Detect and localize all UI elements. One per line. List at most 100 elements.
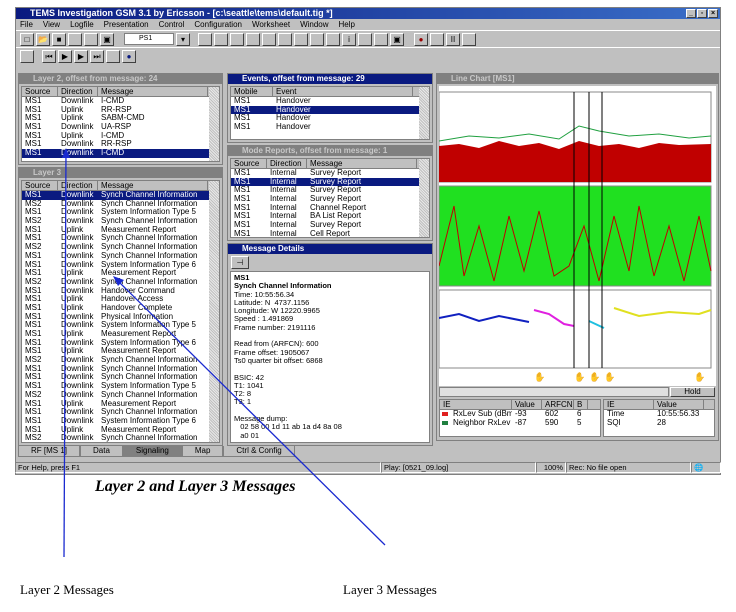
table-row[interactable]: MS1 Downlink System Information Type 5 xyxy=(22,382,219,391)
table-row[interactable]: MS1 Uplink Measurement Report xyxy=(22,330,219,339)
table-row[interactable]: MS1 Uplink Measurement Report xyxy=(22,226,219,235)
hold-button[interactable]: Hold xyxy=(670,387,715,397)
scan-icon[interactable] xyxy=(430,33,444,46)
ie-table-1[interactable]: IE Value ARFCN B RxLev Sub (dBm) -93 602 6 Neigh… xyxy=(439,399,601,437)
table-row[interactable]: MS1 Handover xyxy=(231,123,429,132)
dial-icon[interactable] xyxy=(246,33,260,46)
column-header[interactable]: B xyxy=(574,400,588,409)
table-row[interactable]: MS1 Downlink System Information Type 6 xyxy=(22,339,219,348)
menu-configuration[interactable]: Configuration xyxy=(194,19,242,30)
table-row[interactable]: MS1 Handover xyxy=(231,105,429,115)
events-scrollbar[interactable] xyxy=(419,87,429,139)
mobile-select[interactable]: PS1 xyxy=(124,33,174,45)
close-button[interactable]: × xyxy=(708,9,718,18)
table-row[interactable]: Time 10:55:56.33 xyxy=(604,410,714,419)
info-circle-icon[interactable]: ● xyxy=(122,50,136,63)
table-row[interactable]: MS2 Downlink Synch Channel Information xyxy=(22,217,219,226)
column-header[interactable]: Source xyxy=(22,181,58,190)
table-row[interactable]: MS1 Uplink Measurement Report xyxy=(22,426,219,435)
export2-icon[interactable] xyxy=(230,33,244,46)
column-header[interactable]: Direction xyxy=(58,181,98,190)
table-row[interactable]: MS1 Downlink RR-RSP xyxy=(22,140,219,149)
table-row[interactable]: MS1 Downlink System Information Type 5 xyxy=(22,321,219,330)
monitor-icon[interactable]: ▣ xyxy=(390,33,404,46)
settings-icon[interactable] xyxy=(294,33,308,46)
table-row[interactable]: MS1 Uplink RR-RSP xyxy=(22,106,219,115)
table-row[interactable]: MS1 Downlink Synch Channel Information xyxy=(22,191,219,200)
lock-icon[interactable] xyxy=(310,33,324,46)
menu-presentation[interactable]: Presentation xyxy=(104,19,149,30)
layer3-scrollbar[interactable] xyxy=(209,181,219,442)
column-header[interactable]: Direction xyxy=(267,159,307,168)
column-header[interactable]: Value xyxy=(512,400,542,409)
column-header[interactable]: Source xyxy=(22,87,58,96)
table-row[interactable]: MS1 Downlink I-CMD xyxy=(22,97,219,106)
preview-icon[interactable] xyxy=(84,33,98,46)
table-row[interactable]: MS1 Handover xyxy=(231,97,429,106)
tab-signaling[interactable]: Signaling xyxy=(122,446,182,457)
export-icon[interactable] xyxy=(214,33,228,46)
table-row[interactable]: MS1 Internal Channel Report xyxy=(231,204,429,213)
table-row[interactable]: MS1 Downlink Synch Channel Information xyxy=(22,365,219,374)
rewind-icon[interactable]: ⏮ xyxy=(42,50,56,63)
column-header[interactable]: Source xyxy=(231,159,267,168)
edit-icon[interactable] xyxy=(326,33,340,46)
minimize-button[interactable]: _ xyxy=(686,9,696,18)
table-row[interactable]: MS1 Internal Survey Report xyxy=(231,177,429,187)
restore-button[interactable]: ▫ xyxy=(697,9,707,18)
menu-view[interactable]: View xyxy=(43,19,60,30)
mode-reports-list[interactable]: Source Direction Message MS1 Internal Survey … xyxy=(230,158,430,238)
table-row[interactable]: MS1 Downlink Synch Channel Information xyxy=(22,408,219,417)
table-row[interactable]: MS2 Downlink Synch Channel Information xyxy=(22,356,219,365)
table-row[interactable]: MS1 Uplink Measurement Report xyxy=(22,269,219,278)
table-row[interactable]: MS2 Downlink Synch Channel Information xyxy=(22,434,219,442)
pause-icon[interactable]: II xyxy=(446,33,460,46)
column-header[interactable]: Event xyxy=(273,87,413,96)
chart-scrollbar[interactable] xyxy=(439,387,669,397)
menu-help[interactable]: Help xyxy=(339,19,355,30)
menu-worksheet[interactable]: Worksheet xyxy=(252,19,290,30)
new-icon[interactable]: □ xyxy=(20,33,34,46)
events-list[interactable]: Mobile Event MS1 Handover MS1 Handover MS1 Hand… xyxy=(230,86,430,140)
table-row[interactable]: MS2 Downlink Synch Channel Information xyxy=(22,200,219,209)
tab-ctrl-config[interactable]: Ctrl & Config xyxy=(223,446,295,457)
table-row[interactable]: MS1 Downlink Physical Information xyxy=(22,313,219,322)
layer3-list[interactable]: Source Direction Message MS1 Downlink Synch C… xyxy=(21,180,220,443)
record-icon[interactable]: ● xyxy=(414,33,428,46)
dial2-icon[interactable] xyxy=(262,33,276,46)
table-row[interactable]: MS1 Internal Survey Report xyxy=(231,195,429,204)
menu-window[interactable]: Window xyxy=(300,19,328,30)
menu-file[interactable]: File xyxy=(20,19,33,30)
print-icon[interactable] xyxy=(68,33,82,46)
table-row[interactable]: MS1 Downlink System Information Type 6 xyxy=(22,417,219,426)
open-icon[interactable]: 📂 xyxy=(36,33,50,46)
table-row[interactable]: RxLev Sub (dBm) -93 602 6 xyxy=(440,410,600,419)
column-header[interactable]: Message xyxy=(98,87,208,96)
table-row[interactable]: MS1 Downlink Synch Channel Information xyxy=(22,234,219,243)
table-row[interactable]: MS2 Downlink Synch Channel Information xyxy=(22,243,219,252)
table-row[interactable]: MS1 Uplink Measurement Report xyxy=(22,347,219,356)
play-icon[interactable]: ▶ xyxy=(58,50,72,63)
column-header[interactable]: Message xyxy=(307,159,417,168)
info-icon[interactable]: i xyxy=(342,33,356,46)
table-row[interactable]: MS2 Downlink Synch Channel Information xyxy=(22,391,219,400)
step-icon[interactable]: ▶ xyxy=(74,50,88,63)
tab-map[interactable]: Map xyxy=(181,446,224,457)
table-row[interactable]: MS1 Uplink Handover Complete xyxy=(22,304,219,313)
table-row[interactable]: MS1 Downlink Synch Channel Information xyxy=(22,373,219,382)
folder-icon[interactable] xyxy=(198,33,212,46)
column-header[interactable]: ARFCN xyxy=(542,400,574,409)
stop-icon[interactable] xyxy=(462,33,476,46)
table-row[interactable]: MS1 Uplink Measurement Report xyxy=(22,400,219,409)
table-row[interactable]: MS2 Downlink Synch Channel Information xyxy=(22,278,219,287)
menu-logfile[interactable]: Logfile xyxy=(70,19,94,30)
pin-icon[interactable]: ⊣ xyxy=(231,256,249,269)
table-row[interactable]: MS1 Downlink Synch Channel Information xyxy=(22,252,219,261)
table-row[interactable]: Neighbor RxLev (d...-87 590 5 xyxy=(440,419,600,428)
layer2-scrollbar[interactable] xyxy=(209,87,219,161)
tab-rf-ms-1-[interactable]: RF [MS 1] xyxy=(18,446,81,457)
table-row[interactable]: MS1 Downlink I-CMD xyxy=(22,149,219,158)
table-row[interactable]: MS1 Downlink System Information Type 6 xyxy=(22,261,219,270)
hangup-icon[interactable] xyxy=(278,33,292,46)
column-header[interactable]: Direction xyxy=(58,87,98,96)
